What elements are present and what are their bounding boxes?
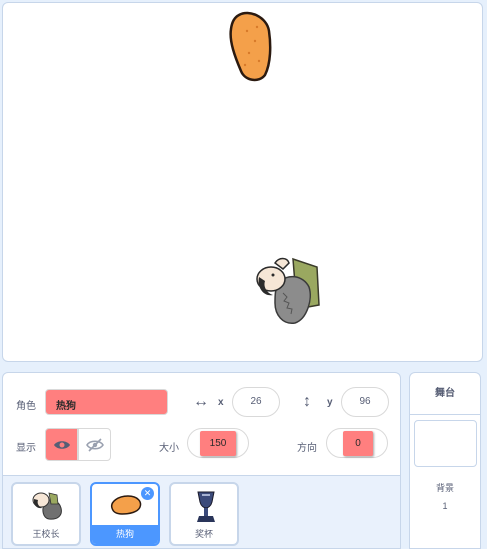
stage-canvas[interactable] (2, 2, 483, 362)
stage-panel-title: 舞台 (410, 373, 480, 415)
show-label: 显示 (16, 443, 36, 454)
y-input[interactable]: 96 (341, 387, 389, 417)
sprite-thumb-label: 热狗 (92, 525, 158, 544)
sprite-thumb-principal[interactable]: 王校长 (11, 482, 81, 546)
size-label: 大小 (159, 443, 179, 454)
vertical-arrow-icon: ↕ (303, 393, 311, 410)
stage-thumbnail[interactable] (414, 420, 477, 467)
horizontal-arrow-icon: ↔ (193, 393, 209, 410)
size-input[interactable]: 150 (187, 428, 249, 458)
hotdog-sprite[interactable] (227, 11, 277, 83)
show-sprite-button[interactable] (45, 428, 78, 461)
backdrop-label: 背景 (435, 483, 454, 493)
hide-sprite-button[interactable] (78, 428, 111, 461)
delete-sprite-button[interactable]: ✕ (140, 486, 155, 501)
close-icon: ✕ (143, 488, 152, 498)
eye-slash-icon (85, 437, 104, 452)
direction-input[interactable]: 0 (326, 428, 388, 458)
y-label: y (327, 397, 333, 408)
x-label: x (218, 397, 224, 408)
sprite-thumb-label: 王校长 (32, 529, 60, 539)
eye-icon (53, 440, 70, 449)
backdrop-count: 1 (442, 501, 448, 511)
sprite-list: 王校长 热狗 奖杯 (2, 476, 401, 549)
x-input[interactable]: 26 (232, 387, 280, 417)
sprite-thumb-trophy[interactable]: 奖杯 (169, 482, 239, 546)
principal-sprite[interactable] (253, 253, 325, 327)
stage-panel[interactable]: 舞台 背景 1 (409, 372, 481, 549)
sprite-info-panel: 角色 热狗 ↔ x 26 ↕ y 96 显示 大小 150 方向 0 (2, 372, 401, 476)
trophy-icon (197, 491, 215, 522)
sprite-label: 角色 (16, 401, 36, 412)
sprite-thumb-label: 奖杯 (194, 529, 213, 539)
direction-value: 0 (343, 431, 373, 456)
sprite-name-input[interactable]: 热狗 (45, 389, 168, 415)
hotdog-icon (110, 495, 142, 515)
size-value: 150 (200, 431, 236, 456)
principal-icon (32, 492, 62, 520)
direction-label: 方向 (297, 443, 317, 454)
